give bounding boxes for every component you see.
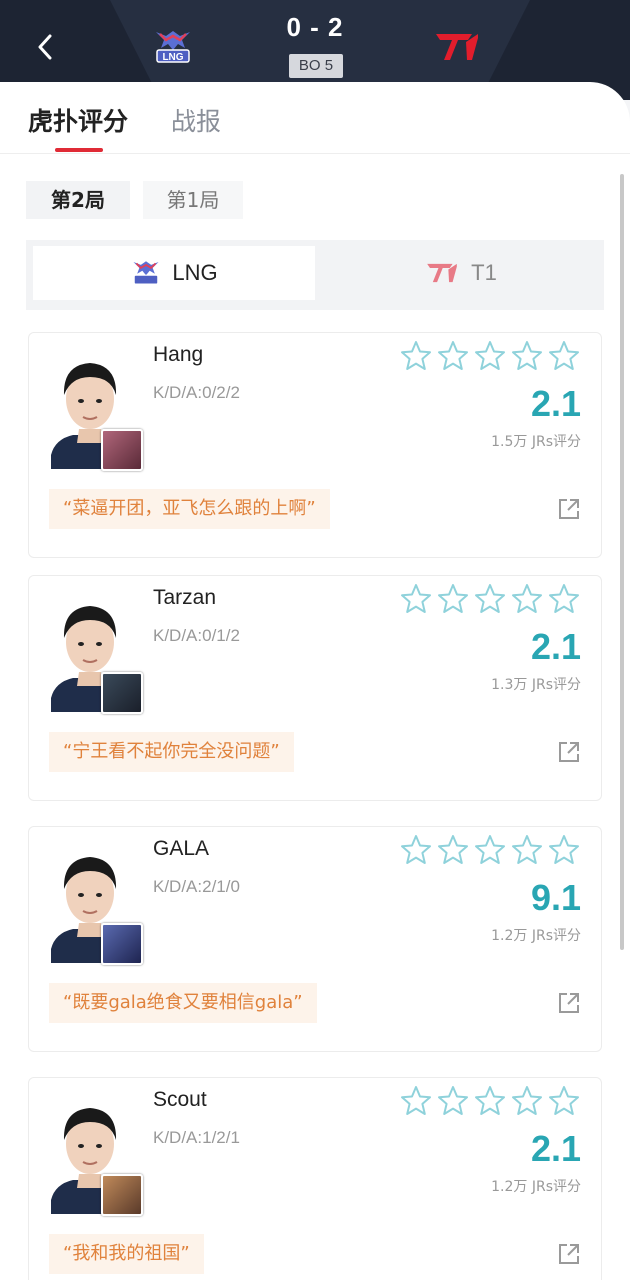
star-icon[interactable] bbox=[510, 582, 544, 616]
champion-icon bbox=[101, 923, 143, 965]
star-icon[interactable] bbox=[473, 833, 507, 867]
player-rating: 2.1 bbox=[530, 1128, 581, 1169]
share-icon[interactable] bbox=[557, 740, 581, 764]
rating-stars[interactable] bbox=[399, 1084, 584, 1118]
star-icon[interactable] bbox=[399, 1084, 433, 1118]
star-icon[interactable] bbox=[399, 833, 433, 867]
rating-count: 1.2万 JRs评分 bbox=[491, 928, 581, 944]
star-icon[interactable] bbox=[473, 582, 507, 616]
star-icon[interactable] bbox=[510, 833, 544, 867]
rating-count: 1.3万 JRs评分 bbox=[491, 677, 581, 693]
active-tab-indicator bbox=[55, 148, 103, 152]
star-icon[interactable] bbox=[436, 833, 470, 867]
match-score: 0 - 2 bbox=[286, 12, 344, 42]
player-card-gala[interactable]: GALA K/D/A:2/1/0 9.1 1.2万 JRs评分 “既要gala绝… bbox=[28, 826, 602, 1052]
share-icon[interactable] bbox=[557, 991, 581, 1015]
rating-count: 1.2万 JRs评分 bbox=[491, 1179, 581, 1195]
top-comment[interactable]: “既要gala绝食又要相信gala” bbox=[49, 983, 317, 1023]
player-card-scout[interactable]: Scout K/D/A:1/2/1 2.1 1.2万 JRs评分 “我和我的祖国… bbox=[28, 1077, 602, 1280]
team-switch: LNG T1 bbox=[26, 240, 604, 310]
star-icon[interactable] bbox=[436, 339, 470, 373]
team-tab-lng[interactable]: LNG bbox=[33, 246, 315, 300]
rating-stars[interactable] bbox=[399, 833, 584, 867]
t1-logo-icon[interactable] bbox=[432, 30, 482, 64]
star-icon[interactable] bbox=[399, 339, 433, 373]
team-label-lng: LNG bbox=[172, 260, 218, 285]
star-icon[interactable] bbox=[547, 582, 581, 616]
player-card-hang[interactable]: Hang K/D/A:0/2/2 2.1 1.5万 JRs评分 “菜逼开团，亚飞… bbox=[28, 332, 602, 558]
champion-icon bbox=[101, 672, 143, 714]
rating-stars[interactable] bbox=[399, 582, 584, 616]
player-name: Hang bbox=[153, 343, 204, 366]
player-kda: K/D/A:1/2/1 bbox=[153, 1128, 240, 1147]
top-tabs: 虎扑评分 战报 bbox=[0, 82, 630, 154]
player-card-tarzan[interactable]: Tarzan K/D/A:0/1/2 2.1 1.3万 JRs评分 “宁王看不起… bbox=[28, 575, 602, 801]
star-icon[interactable] bbox=[547, 1084, 581, 1118]
tab-battle-report[interactable]: 战报 bbox=[171, 102, 221, 138]
star-icon[interactable] bbox=[473, 339, 507, 373]
player-kda: K/D/A:0/1/2 bbox=[153, 626, 240, 645]
star-icon[interactable] bbox=[436, 582, 470, 616]
champion-icon bbox=[101, 429, 143, 471]
scrollbar[interactable] bbox=[620, 174, 624, 950]
rating-stars[interactable] bbox=[399, 339, 584, 373]
team-label-t1: T1 bbox=[471, 260, 497, 285]
player-name: Scout bbox=[153, 1088, 207, 1111]
champion-icon bbox=[101, 1174, 143, 1216]
star-icon[interactable] bbox=[399, 582, 433, 616]
player-name: GALA bbox=[153, 837, 210, 860]
player-kda: K/D/A:0/2/2 bbox=[153, 383, 240, 402]
tab-hupu-rating[interactable]: 虎扑评分 bbox=[28, 102, 128, 138]
game-tab-2[interactable]: 第2局 bbox=[26, 181, 130, 219]
top-comment[interactable]: “我和我的祖国” bbox=[49, 1234, 204, 1274]
series-badge: BO 5 bbox=[289, 54, 343, 78]
game-tab-1[interactable]: 第1局 bbox=[143, 181, 243, 219]
star-icon[interactable] bbox=[510, 1084, 544, 1118]
star-icon[interactable] bbox=[436, 1084, 470, 1118]
player-rating: 9.1 bbox=[530, 877, 581, 918]
player-kda: K/D/A:2/1/0 bbox=[153, 877, 240, 896]
top-comment[interactable]: “宁王看不起你完全没问题” bbox=[49, 732, 294, 772]
player-rating: 2.1 bbox=[530, 626, 581, 667]
star-icon[interactable] bbox=[473, 1084, 507, 1118]
svg-text:LNG: LNG bbox=[162, 52, 183, 63]
top-comment[interactable]: “菜逼开团，亚飞怎么跟的上啊” bbox=[49, 489, 330, 529]
player-name: Tarzan bbox=[153, 586, 217, 609]
lng-small-logo-icon bbox=[133, 261, 159, 285]
star-icon[interactable] bbox=[547, 833, 581, 867]
star-icon[interactable] bbox=[510, 339, 544, 373]
rating-count: 1.5万 JRs评分 bbox=[491, 434, 581, 450]
team-tab-t1[interactable]: T1 bbox=[322, 246, 598, 300]
player-rating: 2.1 bbox=[530, 383, 581, 424]
share-icon[interactable] bbox=[557, 497, 581, 521]
share-icon[interactable] bbox=[557, 1242, 581, 1266]
star-icon[interactable] bbox=[547, 339, 581, 373]
t1-small-logo-icon bbox=[427, 263, 457, 283]
